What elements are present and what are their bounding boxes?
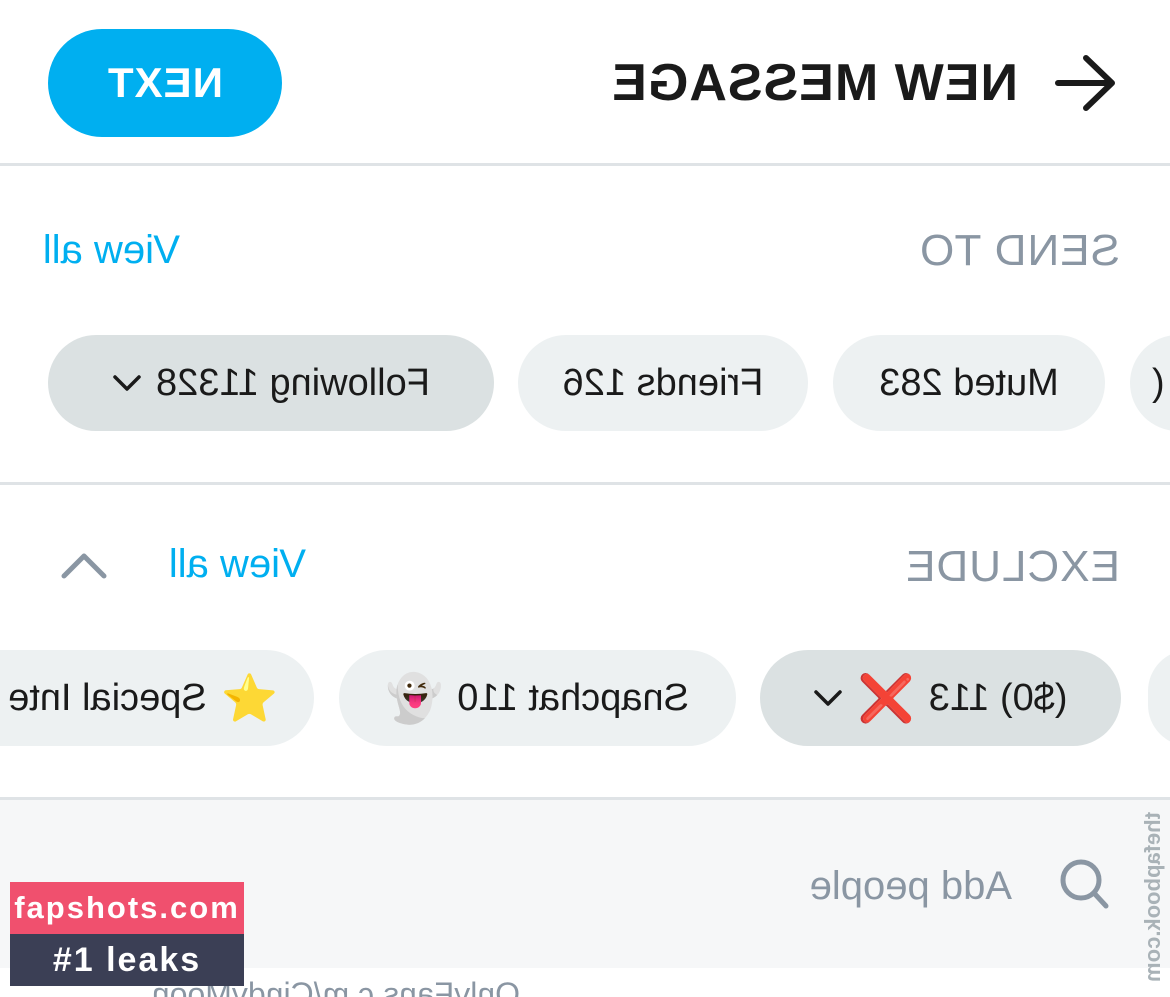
chip-label: Snapchat 110 <box>457 676 689 719</box>
chevron-down-icon <box>113 375 141 391</box>
chip-friends[interactable]: Friends 126 <box>518 335 808 431</box>
send-to-label: SEND TO <box>919 226 1120 275</box>
mirrored-screen: NEW MESSAGE NEXT SEND TO View all Follow… <box>0 0 1170 997</box>
watermark-tag: #1 leaks <box>10 934 244 986</box>
side-watermark-text: thefapbook.com <box>1140 812 1165 982</box>
side-watermark: thefapbook.com <box>1124 812 1170 997</box>
star-icon: ⭐ <box>220 672 278 724</box>
chip-label: ( <box>1152 361 1165 404</box>
next-button[interactable]: NEXT <box>48 29 282 137</box>
send-to-view-all-link[interactable]: View all <box>43 228 180 273</box>
chip-label: ($0) 113 <box>928 676 1068 719</box>
chip-partial[interactable]: ( <box>1130 335 1170 431</box>
chip-label: Muted 283 <box>879 361 1059 404</box>
page-title: NEW MESSAGE <box>611 54 1018 112</box>
send-to-divider <box>0 482 1170 485</box>
search-icon <box>1060 859 1109 909</box>
chip-label: Special Inte <box>8 676 207 719</box>
chevron-up-icon[interactable] <box>60 548 108 582</box>
exclude-chip-row: ($0) 113 ❌ Snapchat 110 👻 ⭐ Special Inte <box>0 650 1170 746</box>
header-divider <box>0 163 1170 166</box>
add-people-input[interactable] <box>412 858 1012 914</box>
chip-muted[interactable]: Muted 283 <box>833 335 1105 431</box>
ghost-icon: 👻 <box>386 672 444 724</box>
cross-mark-icon: ❌ <box>857 672 915 724</box>
send-to-chip-row: Following 11328 Friends 126 Muted 283 ( <box>0 335 1170 431</box>
chip-partial[interactable] <box>1148 650 1170 746</box>
watermark-site: fapshots.com <box>10 882 244 934</box>
chip-snapchat[interactable]: Snapchat 110 👻 <box>339 650 736 746</box>
chevron-down-icon <box>814 690 843 706</box>
chip-excluded-list[interactable]: ($0) 113 ❌ <box>760 650 1121 746</box>
chip-special-interest[interactable]: ⭐ Special Inte <box>0 650 314 746</box>
chip-following[interactable]: Following 11328 <box>48 335 494 431</box>
watermark-badge: fapshots.com #1 leaks <box>10 882 244 986</box>
exclude-view-all-link[interactable]: View all <box>169 542 306 587</box>
chip-label: Following 11328 <box>156 361 430 404</box>
arrow-left-icon[interactable] <box>1054 52 1120 114</box>
chip-label: Friends 126 <box>562 361 764 404</box>
exclude-label: EXCLUDE <box>905 542 1120 591</box>
